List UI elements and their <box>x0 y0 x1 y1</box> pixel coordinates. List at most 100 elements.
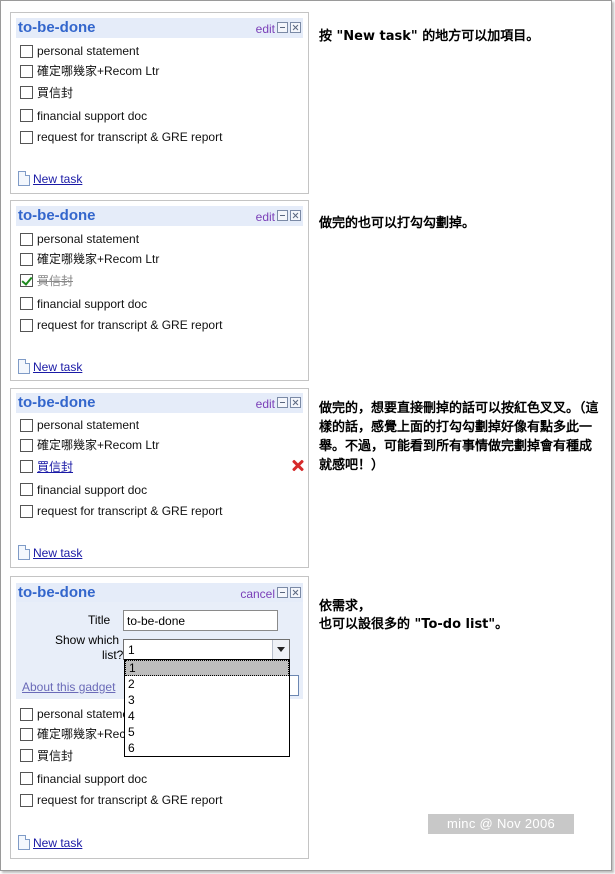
close-icon[interactable] <box>290 397 301 408</box>
task-item: financial support doc <box>20 292 300 315</box>
new-document-icon <box>18 359 30 374</box>
task-label[interactable]: financial support doc <box>37 772 147 786</box>
task-checkbox[interactable] <box>20 483 33 496</box>
task-checkbox[interactable] <box>20 772 33 785</box>
task-item: 買信封 <box>20 81 300 104</box>
task-checkbox[interactable] <box>20 109 33 122</box>
list-select[interactable]: 1 <box>123 639 290 660</box>
task-item-hovered: 買信封 <box>20 455 300 478</box>
todo-gadget-3: to-be-done edit personal statement 確定哪幾家… <box>10 388 309 568</box>
dropdown-option[interactable]: 4 <box>125 708 289 724</box>
watermark: minc @ Nov 2006 <box>428 814 574 834</box>
task-item: financial support doc <box>20 478 300 501</box>
task-item: personal statement <box>20 229 300 249</box>
task-checkbox[interactable] <box>20 252 33 266</box>
task-checkbox[interactable] <box>20 86 33 99</box>
gadget-title: to-be-done <box>18 19 96 36</box>
close-icon[interactable] <box>290 210 301 221</box>
list-select-value: 1 <box>128 643 135 657</box>
show-list-label-2: list? <box>102 648 124 662</box>
new-document-icon <box>18 171 30 186</box>
new-task-link[interactable]: New task <box>18 171 82 186</box>
task-label[interactable]: 買信封 <box>37 86 73 100</box>
task-checkbox[interactable] <box>20 64 33 78</box>
task-item: 確定哪幾家+Recom Ltr <box>20 61 300 81</box>
task-label[interactable]: personal statement <box>37 232 139 246</box>
minimize-icon[interactable] <box>277 587 288 598</box>
task-checkbox[interactable] <box>20 418 33 432</box>
task-label[interactable]: 確定哪幾家+Recom Ltr <box>37 438 159 452</box>
task-label[interactable]: 確定哪幾家+Recom Ltr <box>37 252 159 266</box>
dropdown-option[interactable]: 3 <box>125 692 289 708</box>
task-item: request for transcript & GRE report <box>20 127 300 147</box>
task-checkbox-checked[interactable] <box>20 274 33 287</box>
task-item: 確定哪幾家+Recom Ltr <box>20 249 300 269</box>
task-label[interactable]: request for transcript & GRE report <box>37 793 222 807</box>
new-task-link[interactable]: New task <box>18 545 82 560</box>
task-item: 確定哪幾家+Recom Ltr <box>20 435 300 455</box>
task-checkbox[interactable] <box>20 130 33 144</box>
minimize-icon[interactable] <box>277 210 288 221</box>
new-document-icon <box>18 835 30 850</box>
gadget-titlebar: to-be-done edit <box>16 206 303 226</box>
annotation-delete: 做完的，想要直接刪掉的話可以按紅色叉叉。（這樣的話，感覺上面的打勾勾劃掉好像有點… <box>319 401 599 473</box>
show-list-label: Show which <box>55 633 120 647</box>
edit-link[interactable]: edit <box>256 397 275 411</box>
edit-link[interactable]: edit <box>256 210 275 224</box>
dropdown-option[interactable]: 6 <box>125 740 289 756</box>
task-label[interactable]: personal statement <box>37 418 139 432</box>
task-checkbox[interactable] <box>20 438 33 452</box>
dropdown-option[interactable]: 2 <box>125 676 289 692</box>
new-task-link[interactable]: New task <box>18 359 82 374</box>
todo-gadget-4: to-be-done cancel Title Show which list?… <box>10 576 309 859</box>
delete-x-icon[interactable] <box>292 459 304 471</box>
minimize-icon[interactable] <box>277 397 288 408</box>
task-checkbox[interactable] <box>20 749 33 762</box>
task-item: request for transcript & GRE report <box>20 501 300 521</box>
task-label[interactable]: request for transcript & GRE report <box>37 318 222 332</box>
task-label[interactable]: 買信封 <box>37 749 73 763</box>
gadget-titlebar: to-be-done edit <box>16 393 303 413</box>
task-label[interactable]: financial support doc <box>37 483 147 497</box>
task-label[interactable]: request for transcript & GRE report <box>37 504 222 518</box>
annotation-new-task: 按 "New task" 的地方可以加項目。 <box>319 29 540 44</box>
dropdown-option[interactable]: 5 <box>125 724 289 740</box>
dropdown-option[interactable]: 1 <box>125 660 289 676</box>
task-checkbox[interactable] <box>20 727 33 741</box>
task-item: request for transcript & GRE report <box>20 790 300 810</box>
title-input[interactable] <box>123 610 278 631</box>
task-checkbox[interactable] <box>20 504 33 518</box>
task-label-hovered[interactable]: 買信封 <box>37 460 73 474</box>
close-icon[interactable] <box>290 22 301 33</box>
task-label-completed[interactable]: 買信封 <box>37 274 73 288</box>
task-checkbox[interactable] <box>20 232 33 246</box>
minimize-icon[interactable] <box>277 22 288 33</box>
task-checkbox[interactable] <box>20 793 33 807</box>
task-label[interactable]: financial support doc <box>37 109 147 123</box>
gadget-title: to-be-done <box>18 394 96 411</box>
task-label[interactable]: financial support doc <box>37 297 147 311</box>
new-task-label: New task <box>33 172 83 186</box>
todo-gadget-2: to-be-done edit personal statement 確定哪幾家… <box>10 200 309 381</box>
task-label[interactable]: request for transcript & GRE report <box>37 130 222 144</box>
about-gadget-link[interactable]: About this gadget <box>22 680 115 694</box>
task-checkbox[interactable] <box>20 297 33 310</box>
task-checkbox[interactable] <box>20 460 33 473</box>
task-checkbox[interactable] <box>20 44 33 58</box>
edit-link[interactable]: edit <box>256 22 275 36</box>
task-label[interactable]: 確定哪幾家+Recom Ltr <box>37 64 159 78</box>
task-item: financial support doc <box>20 104 300 127</box>
cancel-link[interactable]: cancel <box>240 587 275 601</box>
task-item: financial support doc <box>20 767 300 790</box>
new-task-link[interactable]: New task <box>18 835 82 850</box>
chevron-down-icon[interactable] <box>272 640 289 659</box>
annotation-multiple-lists-2: 也可以設很多的 "To-do list"。 <box>319 617 509 632</box>
task-checkbox[interactable] <box>20 707 33 721</box>
task-item: 買信封 <box>20 269 300 292</box>
task-label[interactable]: personal statement <box>37 44 139 58</box>
gadget-titlebar: to-be-done edit <box>16 18 303 38</box>
close-icon[interactable] <box>290 587 301 598</box>
task-list: personal statement 確定哪幾家+Recom Ltr 買信封 f… <box>20 229 300 335</box>
task-list: personal statement 確定哪幾家+Recom Ltr 買信封 f… <box>20 415 300 521</box>
task-checkbox[interactable] <box>20 318 33 332</box>
